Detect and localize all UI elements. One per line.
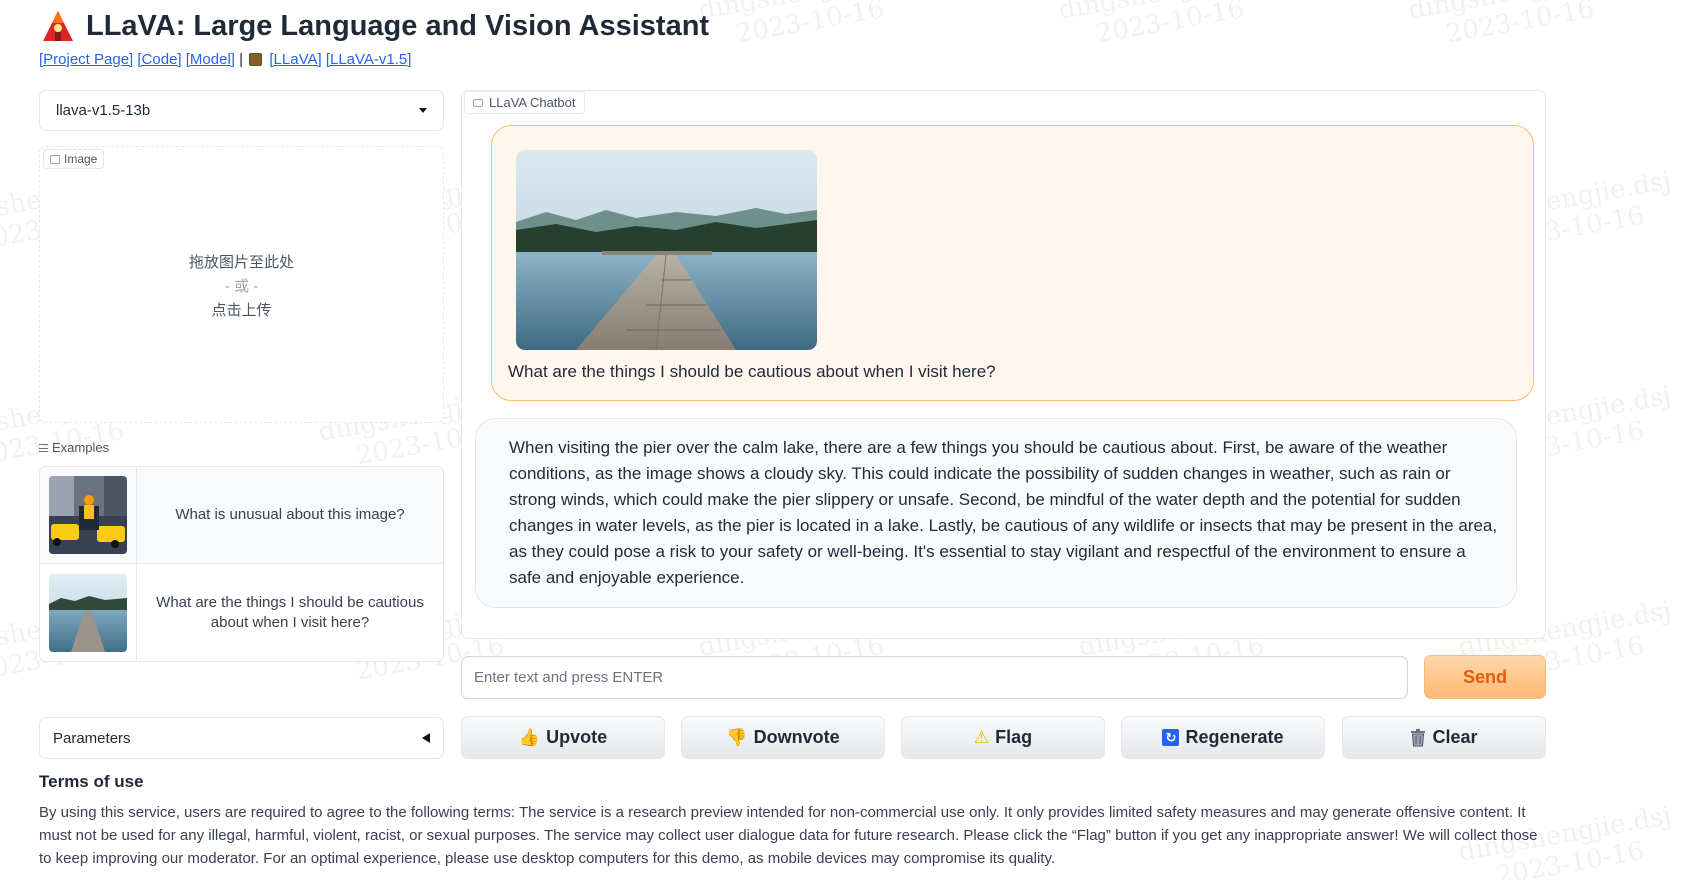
image-block-label: Image	[43, 149, 105, 169]
image-upload-dropzone[interactable]: Image 拖放图片至此处 - 或 - 点击上传	[39, 146, 444, 423]
image-icon	[50, 154, 60, 164]
upvote-button[interactable]: 👍 Upvote	[461, 716, 665, 759]
chatbot-panel: LLaVA Chatbot What are the things I shou…	[461, 90, 1546, 639]
model-dropdown-value: llava-v1.5-13b	[56, 102, 151, 119]
user-message: What are the things I should be cautious…	[491, 125, 1534, 401]
code-link[interactable]: [Code]	[137, 51, 181, 68]
thumbs-up-icon: 👍	[518, 728, 541, 747]
watermark: dingshengjie.dsj2023-10-16	[1056, 0, 1273, 50]
model-link[interactable]: [Model]	[186, 51, 235, 68]
model-dropdown[interactable]: llava-v1.5-13b	[39, 90, 444, 131]
list-icon	[39, 443, 48, 452]
examples-label: Examples	[39, 440, 109, 455]
llava-v15-link[interactable]: [LLaVA-v1.5]	[326, 51, 412, 68]
pier-lake-image	[516, 150, 817, 350]
page-title: LLaVA: Large Language and Vision Assista…	[86, 9, 710, 42]
send-button[interactable]: Send	[1424, 655, 1546, 699]
thumbs-down-icon: 👎	[726, 728, 748, 747]
example-row[interactable]: What are the things I should be cautious…	[40, 564, 443, 661]
watermark: dingshengjie.dsj2023-10-16	[696, 0, 913, 50]
assistant-message: When visiting the pier over the calm lak…	[475, 418, 1517, 608]
example-text: What is unusual about this image?	[175, 506, 405, 523]
examples-table: What is unusual about this image? What a…	[39, 466, 444, 662]
upload-instructions: 拖放图片至此处 - 或 - 点击上传	[188, 254, 294, 319]
chevron-left-icon	[422, 733, 430, 743]
example-thumbnail-taxi	[49, 476, 127, 554]
terms-title: Terms of use	[39, 772, 144, 791]
volcano-logo-icon	[43, 11, 73, 41]
warning-icon: ⚠	[973, 728, 990, 747]
parameters-accordion[interactable]: Parameters	[39, 717, 444, 759]
terms-body: By using this service, users are require…	[39, 804, 1538, 867]
llava-link[interactable]: [LLaVA]	[269, 51, 321, 68]
example-text: What are the things I should be cautious…	[156, 593, 424, 631]
page-header: LLaVA: Large Language and Vision Assista…	[40, 8, 709, 44]
chatbot-label: LLaVA Chatbot	[464, 91, 585, 114]
user-message-text: What are the things I should be cautious…	[508, 362, 996, 381]
example-row[interactable]: What is unusual about this image?	[40, 467, 443, 564]
regenerate-button[interactable]: ↻ Regenerate	[1121, 716, 1325, 759]
watermark: dingshengjie.dsj2023-10-16	[1406, 0, 1623, 50]
example-thumbnail-pier	[49, 573, 127, 652]
chevron-down-icon	[419, 108, 427, 113]
refresh-icon: ↻	[1162, 729, 1180, 746]
trash-icon	[1411, 728, 1426, 746]
chat-bubble-icon	[473, 98, 483, 107]
header-links: [Project Page] [Code] [Model] | [LLaVA] …	[39, 51, 412, 68]
clear-button[interactable]: Clear	[1342, 716, 1546, 759]
books-icon	[249, 53, 263, 66]
assistant-message-text: When visiting the pier over the calm lak…	[509, 438, 1498, 587]
message-input[interactable]	[461, 656, 1408, 699]
parameters-label: Parameters	[53, 729, 131, 747]
flag-button[interactable]: ⚠ Flag	[901, 716, 1105, 759]
downvote-button[interactable]: 👎 Downvote	[681, 716, 885, 759]
project-page-link[interactable]: [Project Page]	[39, 51, 133, 68]
